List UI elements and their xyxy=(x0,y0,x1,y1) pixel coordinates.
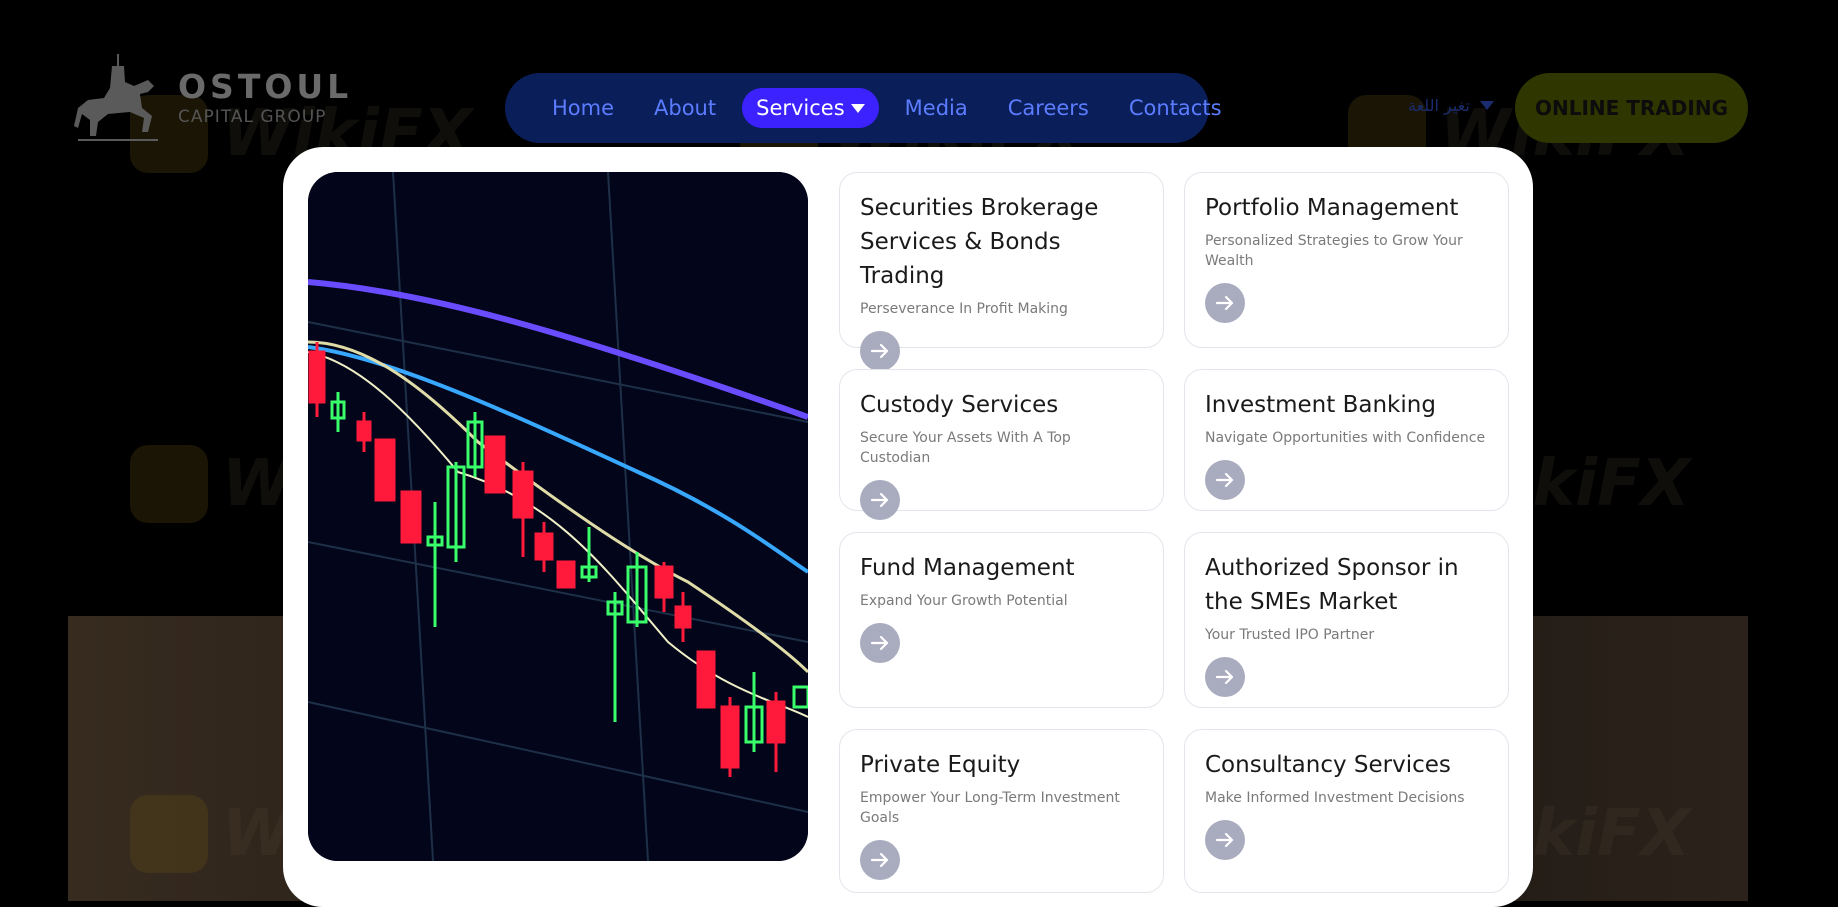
arrow-right-icon[interactable] xyxy=(860,331,900,371)
watermark-logo-icon xyxy=(130,445,208,523)
service-card-consultancy-services[interactable]: Consultancy Services Make Informed Inves… xyxy=(1184,729,1509,893)
services-dropdown-panel: Securities Brokerage Services & Bonds Tr… xyxy=(283,147,1533,907)
service-card-title: Portfolio Management xyxy=(1205,195,1459,221)
nav-services[interactable]: Services xyxy=(742,88,879,128)
service-card-title: Private Equity xyxy=(860,752,1021,778)
service-card-securities-brokerage[interactable]: Securities Brokerage Services & Bonds Tr… xyxy=(839,172,1164,371)
service-card-investment-banking[interactable]: Investment Banking Navigate Opportunitie… xyxy=(1184,369,1509,511)
site-logo[interactable]: OSTOUL CAPITAL GROUP xyxy=(68,52,352,144)
horse-rider-logo-icon xyxy=(74,54,158,141)
language-label: تغير اللغة xyxy=(1408,96,1470,115)
service-card-subtitle: Your Trusted IPO Partner xyxy=(1205,627,1375,643)
arrow-right-icon[interactable] xyxy=(1205,657,1245,697)
nav-home[interactable]: Home xyxy=(532,88,634,128)
service-card-subtitle: Secure Your Assets With A Top Custodian xyxy=(860,430,1071,466)
online-trading-button[interactable]: ONLINE TRADING xyxy=(1515,73,1748,143)
language-switcher[interactable]: تغير اللغة xyxy=(1408,96,1494,115)
arrow-right-icon[interactable] xyxy=(860,623,900,663)
service-card-subtitle: Personalized Strategies to Grow Your Wea… xyxy=(1205,233,1463,269)
service-card-title: Securities Brokerage Services & Bonds Tr… xyxy=(860,195,1099,289)
service-card-title: Authorized Sponsor in the SMEs Market xyxy=(1205,555,1459,615)
nav-careers[interactable]: Careers xyxy=(988,88,1109,128)
service-card-authorized-sponsor[interactable]: Authorized Sponsor in the SMEs Market Yo… xyxy=(1184,532,1509,708)
nav-services-label: Services xyxy=(756,96,845,120)
arrow-right-icon[interactable] xyxy=(1205,820,1245,860)
nav-contacts[interactable]: Contacts xyxy=(1109,88,1242,128)
logo-subtitle: CAPITAL GROUP xyxy=(178,107,327,127)
arrow-right-icon[interactable] xyxy=(860,480,900,520)
main-nav: Home About Services Media Careers Contac… xyxy=(505,73,1222,143)
service-card-private-equity[interactable]: Private Equity Empower Your Long-Term In… xyxy=(839,729,1164,893)
service-card-subtitle: Empower Your Long-Term Investment Goals xyxy=(860,790,1120,826)
service-card-fund-management[interactable]: Fund Management Expand Your Growth Poten… xyxy=(839,532,1164,708)
chevron-down-icon xyxy=(850,103,865,113)
service-card-title: Investment Banking xyxy=(1205,392,1436,418)
arrow-right-icon[interactable] xyxy=(1205,460,1245,500)
candlestick-chart-image xyxy=(308,172,808,861)
service-card-title: Fund Management xyxy=(860,555,1075,581)
service-card-title: Custody Services xyxy=(860,392,1059,418)
service-card-custody-services[interactable]: Custody Services Secure Your Assets With… xyxy=(839,369,1164,520)
nav-media[interactable]: Media xyxy=(885,88,988,128)
service-card-portfolio-management[interactable]: Portfolio Management Personalized Strate… xyxy=(1184,172,1509,348)
arrow-right-icon[interactable] xyxy=(860,840,900,880)
service-card-subtitle: Navigate Opportunities with Confidence xyxy=(1205,430,1486,446)
chevron-down-icon xyxy=(1479,101,1494,110)
service-card-subtitle: Expand Your Growth Potential xyxy=(860,593,1068,609)
service-card-title: Consultancy Services xyxy=(1205,752,1451,778)
logo-name: OSTOUL xyxy=(178,67,353,106)
service-card-subtitle: Perseverance In Profit Making xyxy=(860,301,1068,317)
nav-about[interactable]: About xyxy=(634,88,736,128)
service-card-subtitle: Make Informed Investment Decisions xyxy=(1205,790,1465,806)
arrow-right-icon[interactable] xyxy=(1205,283,1245,323)
